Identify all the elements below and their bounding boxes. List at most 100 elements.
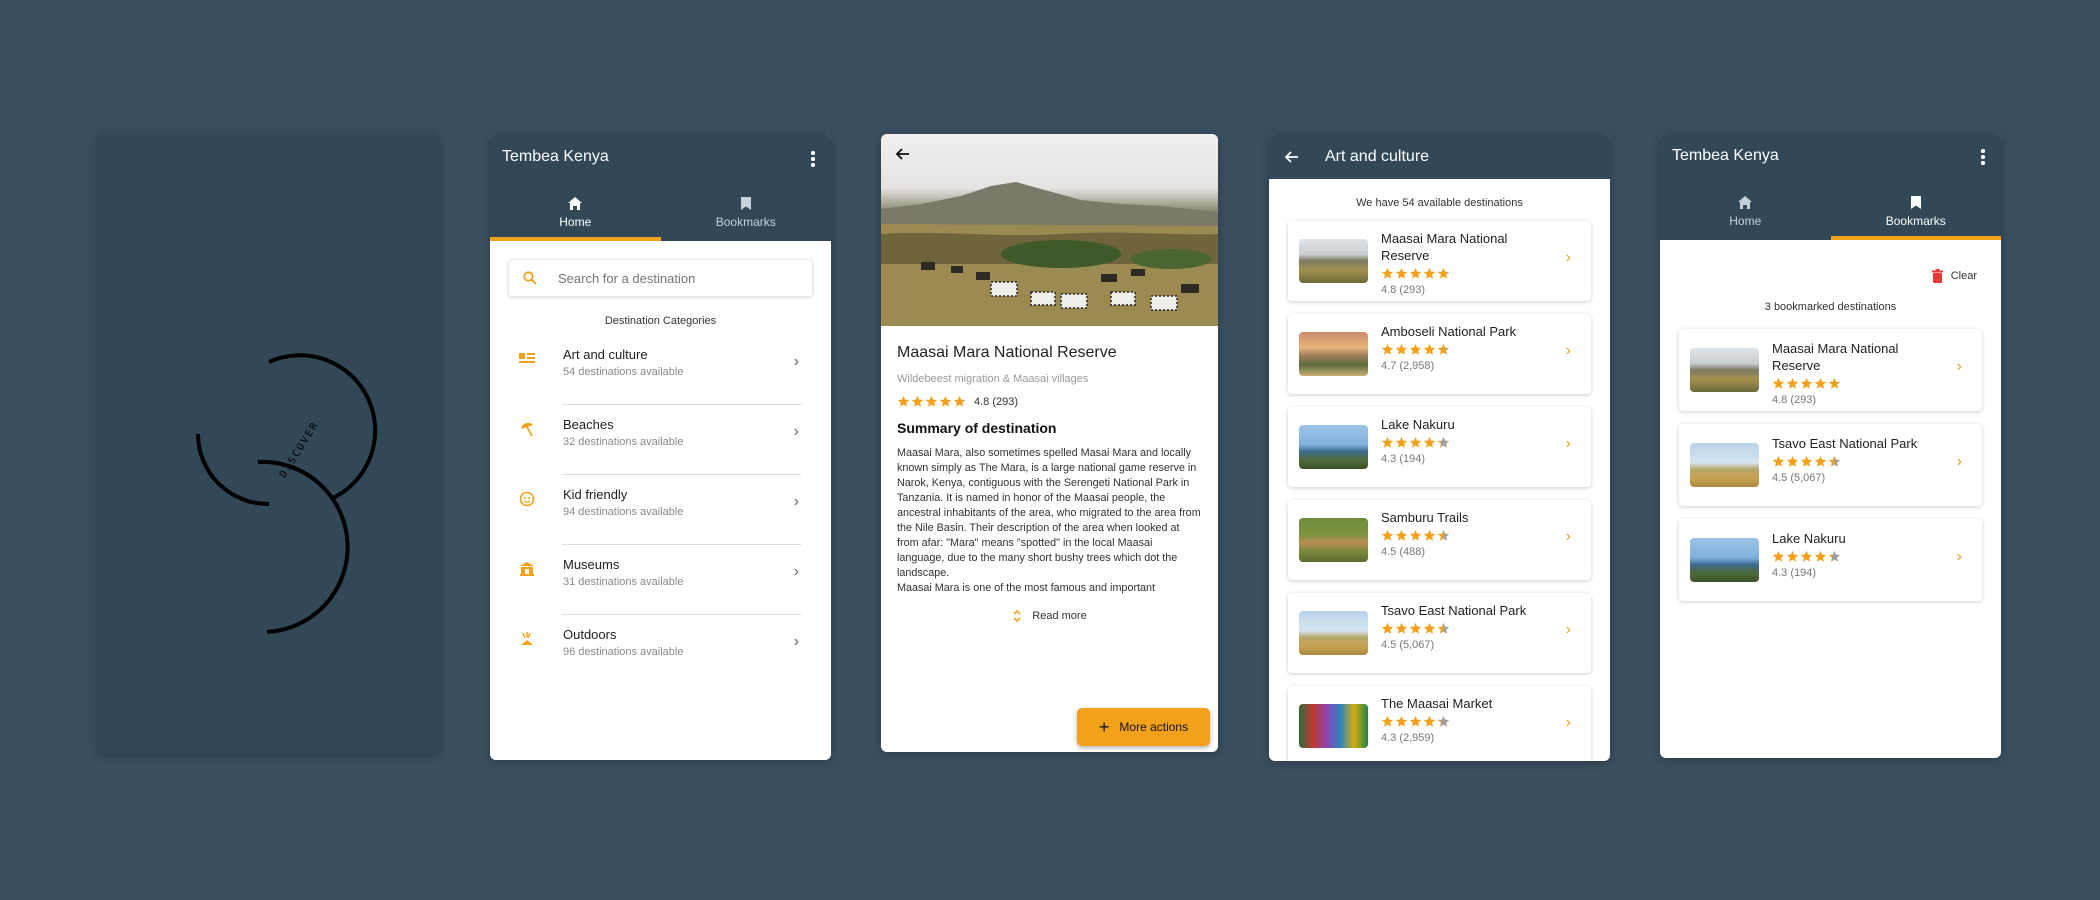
art-culture-icon [519, 351, 535, 369]
destination-card[interactable]: Tsavo East National Park 4.5 (5,067) › [1679, 424, 1982, 506]
star-icon [1381, 530, 1394, 541]
destination-name: Amboseli National Park [1381, 324, 1517, 339]
rating-stars [1772, 455, 1841, 468]
tab-home[interactable]: Home [490, 183, 661, 241]
category-item[interactable]: Outdoors 96 destinations available › [490, 615, 831, 685]
outdoors-icon [519, 631, 535, 652]
home-icon [1738, 195, 1753, 209]
rating-stars [897, 395, 966, 408]
star-icon [1381, 623, 1394, 634]
clear-button[interactable]: Clear [1931, 269, 1977, 283]
bookmark-list: Maasai Mara National Reserve 4.8 (293) › Ts… [1660, 329, 2001, 614]
trash-icon [1931, 269, 1943, 283]
back-arrow-icon[interactable] [894, 146, 910, 162]
destination-thumbnail [1690, 348, 1759, 392]
star-icon [1814, 456, 1827, 467]
destination-card[interactable]: The Maasai Market 4.3 (2,959) › [1288, 686, 1591, 761]
destination-card[interactable]: Samburu Trails 4.5 (488) › [1288, 500, 1591, 580]
star-icon [1409, 716, 1422, 727]
app-bar: Art and culture [1269, 134, 1610, 179]
destination-thumbnail [1299, 332, 1368, 376]
destination-card[interactable]: Maasai Mara National Reserve 4.8 (293) › [1679, 329, 1982, 411]
bookmarks-screen: Tembea Kenya Home Bookmarks Clear 3 book… [1660, 134, 2001, 758]
summary-text: Maasai Mara, also sometimes spelled Masa… [897, 447, 1201, 594]
tab-bar: Home Bookmarks [490, 183, 831, 241]
star-icon [1395, 716, 1408, 727]
category-item[interactable]: Museums 31 destinations available › [490, 545, 831, 615]
star-icon [1786, 551, 1799, 562]
tab-bookmarks[interactable]: Bookmarks [661, 183, 832, 241]
more-options-icon[interactable] [1981, 149, 1985, 165]
rating-text: 4.5 (5,067) [1381, 639, 1435, 651]
detail-rating: 4.8 (293) [897, 395, 1218, 408]
star-icon [1423, 268, 1436, 279]
destination-card[interactable]: Lake Nakuru 4.3 (194) › [1288, 407, 1591, 487]
rating-text: 4.5 (488) [1381, 546, 1426, 558]
screen-title: Art and culture [1325, 147, 1430, 165]
star-icon [925, 395, 938, 407]
destination-card[interactable]: Amboseli National Park 4.7 (2,958) › [1288, 314, 1591, 394]
destination-thumbnail [1690, 538, 1759, 582]
chevron-right-icon: › [793, 633, 799, 650]
chevron-right-icon: › [1565, 249, 1571, 266]
category-item[interactable]: Beaches 32 destinations available › [490, 405, 831, 475]
back-arrow-icon[interactable] [1283, 149, 1299, 165]
star-icon [1828, 378, 1841, 389]
destination-name: Maasai Mara National Reserve [1381, 231, 1508, 263]
tab-home[interactable]: Home [1660, 182, 1831, 240]
rating-text: 4.3 (194) [1772, 567, 1817, 579]
clear-label: Clear [1950, 270, 1977, 282]
search-input[interactable] [558, 270, 778, 286]
destination-name: Lake Nakuru [1772, 531, 1846, 546]
more-options-icon[interactable] [811, 151, 815, 167]
star-icon [1423, 437, 1436, 448]
star-icon [953, 395, 966, 407]
category-count: 94 destinations available [563, 506, 684, 518]
destination-name: The Maasai Market [1381, 696, 1493, 711]
category-name: Art and culture [563, 347, 648, 362]
category-item[interactable]: Kid friendly 94 destinations available › [490, 475, 831, 545]
chevron-right-icon: › [793, 423, 799, 440]
star-icon [1423, 530, 1436, 541]
star-icon [1409, 530, 1422, 541]
search-icon [523, 271, 537, 285]
category-name: Beaches [563, 417, 614, 432]
tab-bookmarks[interactable]: Bookmarks [1830, 182, 2002, 240]
read-more-button[interactable]: Read more [881, 608, 1218, 624]
tab-bar: Home Bookmarks [1660, 182, 2001, 240]
star-icon [1800, 378, 1813, 389]
app-bar: Tembea Kenya Home Bookmarks [1660, 134, 2001, 240]
detail-screen: Maasai Mara National Reserve Wildebeest … [881, 134, 1218, 752]
category-name: Outdoors [563, 627, 617, 642]
chevron-right-icon: › [1565, 342, 1571, 359]
summary-title: Summary of destination [897, 420, 1057, 436]
destination-card[interactable]: Maasai Mara National Reserve 4.8 (293) › [1288, 221, 1591, 301]
search-bar[interactable] [508, 259, 813, 297]
destination-card[interactable]: Tsavo East National Park 4.5 (5,067) › [1288, 593, 1591, 673]
destination-thumbnail [1690, 443, 1759, 487]
star-icon [1437, 344, 1450, 355]
star-icon [1423, 716, 1436, 727]
splash-screen: DISCOVER [98, 134, 439, 754]
kid-face-icon [519, 491, 535, 512]
count-text: We have 54 available destinations [1356, 197, 1523, 209]
tab-home-label: Home [1729, 213, 1762, 228]
tab-bookmarks-label: Bookmarks [715, 214, 776, 229]
category-count: 32 destinations available [563, 436, 684, 448]
star-icon [1437, 716, 1450, 727]
app-title: Tembea Kenya [502, 148, 609, 165]
home-icon [568, 196, 583, 210]
read-more-label: Read more [1032, 610, 1087, 622]
more-actions-fab[interactable]: + More actions [1077, 708, 1210, 746]
destination-name: Tsavo East National Park [1772, 436, 1918, 451]
destination-thumbnail [1299, 518, 1368, 562]
rating-text: 4.8 (293) [1772, 394, 1817, 406]
fab-label: More actions [1119, 720, 1189, 734]
star-icon [1828, 456, 1841, 467]
chevron-right-icon: › [1956, 548, 1962, 565]
chevron-right-icon: › [793, 563, 799, 580]
destination-thumbnail [1299, 611, 1368, 655]
destination-card[interactable]: Lake Nakuru 4.3 (194) › [1679, 519, 1982, 601]
detail-subtitle: Wildebeest migration & Maasai villages [897, 373, 1089, 385]
category-item[interactable]: Art and culture 54 destinations available… [490, 335, 831, 405]
